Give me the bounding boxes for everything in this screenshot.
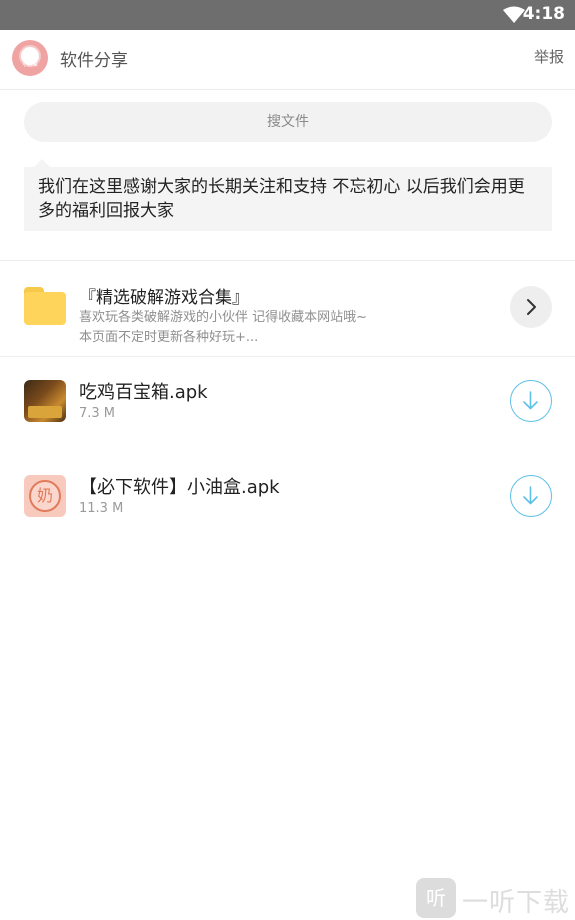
app-header: 小奶油 软件分享 举报: [0, 30, 575, 90]
status-time: 4:18: [522, 4, 565, 24]
file-size: 7.3 M: [79, 406, 116, 421]
report-button[interactable]: 举报: [534, 46, 564, 67]
notice-pointer: [34, 159, 50, 167]
file-size: 11.3 M: [79, 501, 124, 516]
watermark-logo: 听: [416, 878, 456, 918]
download-icon: [523, 486, 538, 505]
folder-icon: [24, 287, 66, 325]
file-thumbnail: 奶: [24, 475, 66, 517]
thumbnail-glyph: 奶: [29, 480, 61, 512]
file-name: 【必下软件】小油盒.apk: [79, 477, 280, 498]
avatar-text: 小奶油: [22, 62, 38, 68]
avatar[interactable]: 小奶油: [12, 40, 48, 76]
page-title: 软件分享: [60, 51, 128, 71]
file-item[interactable]: 吃鸡百宝箱.apk 7.3 M: [0, 358, 575, 448]
search-input[interactable]: 搜文件: [24, 102, 552, 142]
file-thumbnail: [24, 380, 66, 422]
divider: [0, 260, 575, 261]
watermark-text: 一听下载: [462, 888, 571, 918]
download-button[interactable]: [510, 380, 552, 422]
folder-name: 『精选破解游戏合集』: [79, 288, 249, 308]
download-button[interactable]: [510, 475, 552, 517]
notice-message: 我们在这里感谢大家的长期关注和支持 不忘初心 以后我们会用更多的福利回报大家: [24, 167, 552, 231]
folder-item[interactable]: 『精选破解游戏合集』 喜欢玩各类破解游戏的小伙伴 记得收藏本网站哦~本页面不定时…: [0, 262, 575, 357]
folder-description: 喜欢玩各类破解游戏的小伙伴 记得收藏本网站哦~本页面不定时更新各种好玩+...: [79, 310, 368, 345]
open-folder-button[interactable]: [510, 286, 552, 328]
wifi-icon: [503, 6, 525, 23]
file-name: 吃鸡百宝箱.apk: [79, 382, 208, 403]
chevron-right-icon: [527, 299, 536, 315]
file-item[interactable]: 奶 【必下软件】小油盒.apk 11.3 M: [0, 453, 575, 543]
watermark: 听 一听下载: [416, 878, 574, 920]
download-icon: [523, 391, 538, 410]
status-bar: 4:18: [0, 0, 575, 30]
